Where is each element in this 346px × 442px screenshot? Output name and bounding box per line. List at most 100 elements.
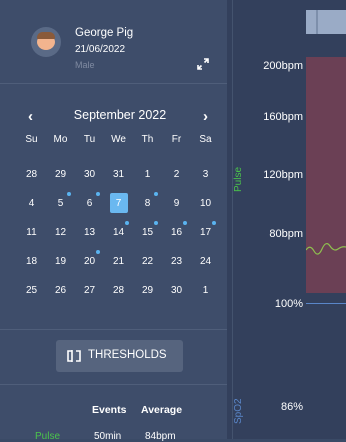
calendar-day-number: 6	[86, 198, 93, 209]
patient-name: George Pig	[75, 27, 134, 39]
calendar-day[interactable]: 3	[191, 166, 220, 184]
calendar-day-number: 17	[199, 227, 212, 238]
calendar-day[interactable]: 12	[46, 224, 75, 242]
event-indicator-dot	[96, 250, 100, 254]
calendar-day-number: 20	[83, 256, 96, 267]
calendar-day[interactable]: 28	[17, 166, 46, 184]
calendar-day-number: 30	[170, 285, 183, 296]
calendar-day[interactable]: 31	[104, 166, 133, 184]
calendar-day-number: 26	[54, 285, 67, 296]
event-indicator-dot	[154, 221, 158, 225]
calendar-day[interactable]: 25	[17, 282, 46, 300]
calendar-day-number: 12	[54, 227, 67, 238]
calendar-day[interactable]: 29	[46, 166, 75, 184]
calendar-day-number: 8	[144, 198, 151, 209]
spo2-trace	[306, 303, 346, 304]
calendar-day-number: 4	[28, 198, 35, 209]
calendar-day-number: 3	[202, 169, 209, 180]
next-month-icon[interactable]: ›	[203, 108, 208, 125]
events-row-label: Pulse	[35, 431, 61, 442]
thresholds-icon	[67, 350, 81, 362]
y-tick-label: 80bpm	[269, 228, 303, 240]
calendar-day-number: 1	[202, 285, 209, 296]
events-row-average: 84bpm	[145, 431, 176, 442]
patient-avatar	[31, 27, 61, 57]
calendar-day-number: 30	[83, 169, 96, 180]
event-indicator-dot	[125, 221, 129, 225]
weekday-header: Mo	[53, 134, 68, 145]
calendar-day-number: 1	[144, 169, 151, 180]
y-tick-label: 200bpm	[263, 60, 303, 72]
calendar-day[interactable]: 24	[191, 253, 220, 271]
events-header: Events	[92, 404, 127, 416]
time-range-handle[interactable]	[316, 10, 318, 34]
calendar-day-number: 11	[26, 227, 37, 238]
event-indicator-dot	[183, 221, 187, 225]
weekday-header: Tu	[83, 134, 96, 145]
calendar-day[interactable]: 7	[104, 193, 133, 213]
calendar-day-number: 21	[112, 256, 125, 267]
divider	[0, 83, 227, 84]
calendar-day[interactable]: 27	[75, 282, 104, 300]
calendar-day-number: 19	[54, 256, 67, 267]
calendar-day[interactable]: 14	[104, 224, 133, 242]
time-range-bar[interactable]	[306, 10, 346, 34]
calendar-day[interactable]: 23	[162, 253, 191, 271]
calendar-day-number: 24	[199, 256, 212, 267]
patient-sex: Male	[75, 60, 95, 70]
calendar-day-number: 13	[83, 227, 96, 238]
event-indicator-dot	[67, 192, 71, 196]
calendar-day-number: 29	[141, 285, 154, 296]
calendar-day[interactable]: 8	[133, 195, 162, 213]
event-indicator-dot	[154, 192, 158, 196]
weekday-header: Su	[25, 134, 38, 145]
calendar-day[interactable]: 13	[75, 224, 104, 242]
thresholds-label: THRESHOLDS	[88, 349, 167, 361]
calendar-day[interactable]: 9	[162, 195, 191, 213]
calendar-day[interactable]: 22	[133, 253, 162, 271]
calendar-day[interactable]: 11	[17, 224, 46, 242]
calendar-day[interactable]: 10	[191, 195, 220, 213]
calendar-day[interactable]: 26	[46, 282, 75, 300]
prev-month-icon[interactable]: ‹	[28, 108, 33, 125]
pulse-trace	[306, 243, 346, 255]
calendar-day[interactable]: 19	[46, 253, 75, 271]
calendar-day[interactable]: 17	[191, 224, 220, 242]
calendar-day-number: 5	[57, 198, 64, 209]
weekday-header: Sa	[199, 134, 212, 145]
weekday-header: Fr	[171, 134, 182, 145]
calendar-day-number: 28	[112, 285, 125, 296]
calendar-day-number: 18	[25, 256, 38, 267]
calendar-day-number: 14	[112, 227, 125, 238]
calendar-day[interactable]: 1	[191, 282, 220, 300]
calendar-day[interactable]: 1	[133, 166, 162, 184]
calendar-day[interactable]: 6	[75, 195, 104, 213]
thresholds-button[interactable]: THRESHOLDS	[56, 340, 183, 372]
calendar-day[interactable]: 4	[17, 195, 46, 213]
calendar-day-number: 31	[112, 169, 125, 180]
event-indicator-dot	[96, 192, 100, 196]
calendar-day[interactable]: 20	[75, 253, 104, 271]
calendar-day[interactable]: 5	[46, 195, 75, 213]
calendar-day-number: 28	[25, 169, 38, 180]
calendar-day[interactable]: 16	[162, 224, 191, 242]
y-tick-label: 86%	[280, 401, 303, 413]
calendar-day-number: 7	[115, 198, 122, 209]
vitals-chart[interactable]: 200bpm 160bpm 120bpm 80bpm 100% 86% Puls…	[227, 0, 346, 439]
expand-icon[interactable]	[196, 57, 210, 71]
calendar-day[interactable]: 21	[104, 253, 133, 271]
calendar-day-number: 27	[83, 285, 96, 296]
calendar-day[interactable]: 28	[104, 282, 133, 300]
patient-dob: 21/06/2022	[75, 44, 126, 55]
spo2-axis-label: SpO2	[233, 398, 244, 424]
calendar-day[interactable]: 2	[162, 166, 191, 184]
calendar-day[interactable]: 29	[133, 282, 162, 300]
calendar-day[interactable]: 15	[133, 224, 162, 242]
calendar-day-number: 29	[54, 169, 67, 180]
calendar-day[interactable]: 30	[162, 282, 191, 300]
average-header: Average	[141, 404, 183, 416]
event-indicator-dot	[212, 221, 216, 225]
calendar-day[interactable]: 18	[17, 253, 46, 271]
sidebar: George Pig 21/06/2022 Male ‹ September 2…	[0, 0, 227, 442]
calendar-day[interactable]: 30	[75, 166, 104, 184]
